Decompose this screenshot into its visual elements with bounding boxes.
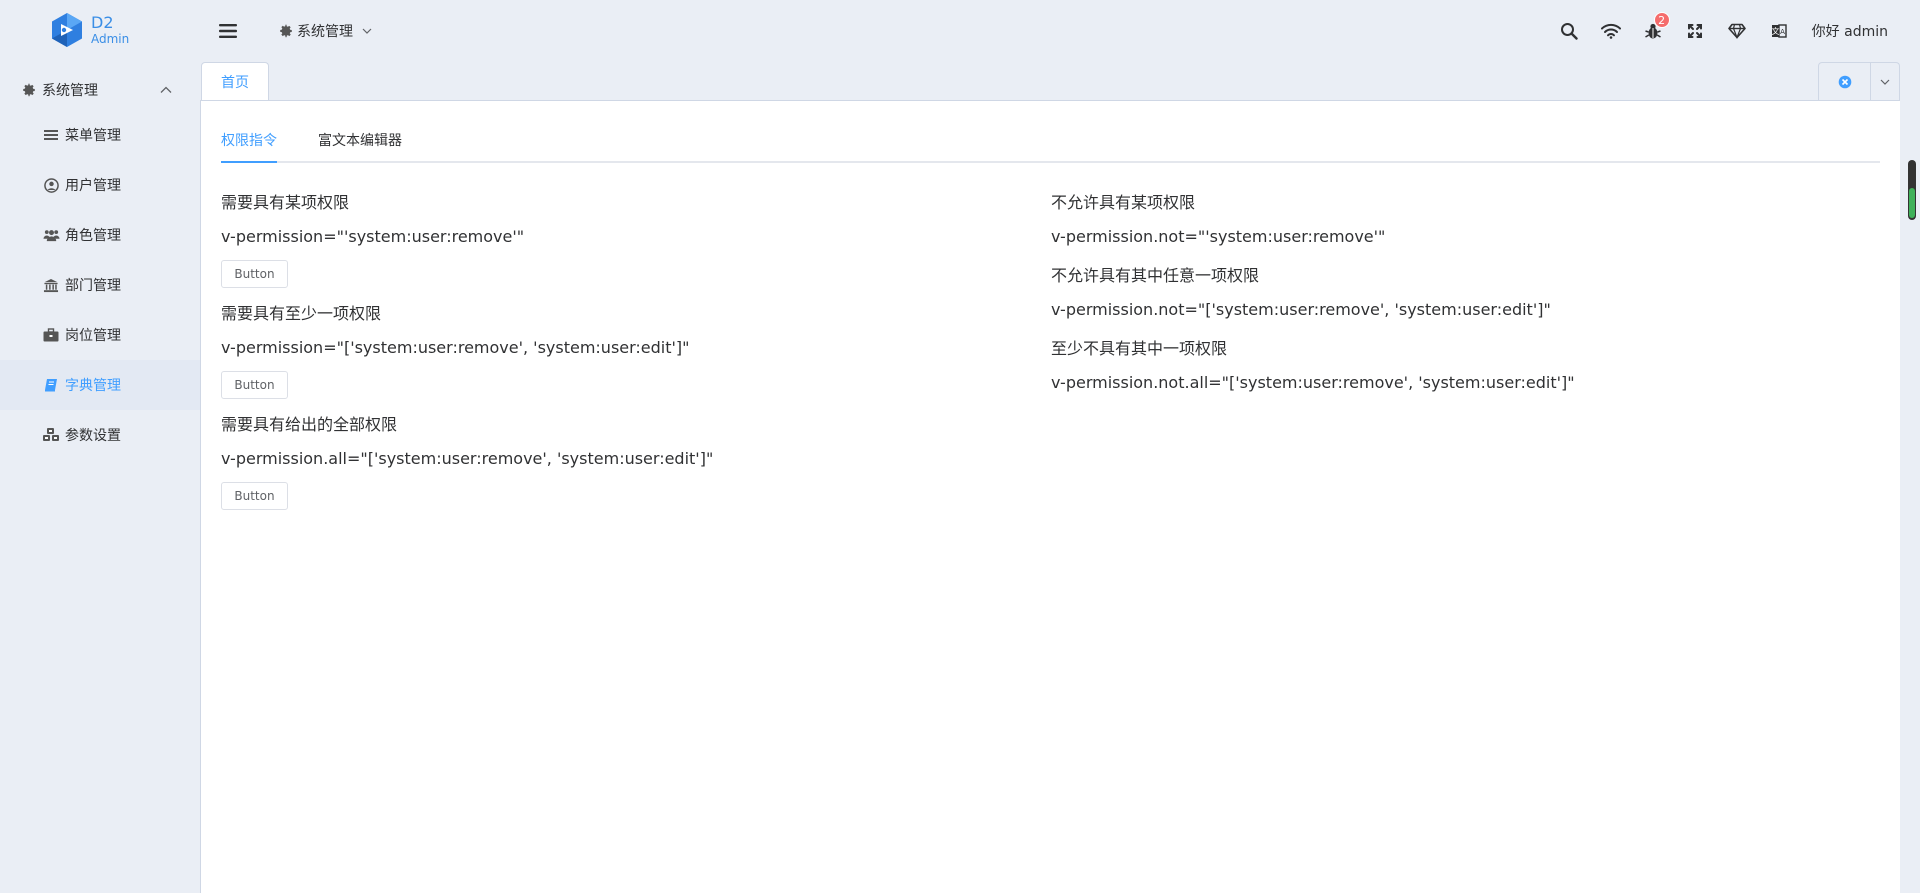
language-button[interactable]: 文 A [1758, 14, 1800, 48]
example-code: v-permission.not="'system:user:remove'" [1051, 227, 1386, 246]
permission-example: 需要具有某项权限 v-permission="'system:user:remo… [221, 193, 713, 304]
sidebar-item-menu[interactable]: 菜单管理 [0, 110, 200, 160]
institution-icon [42, 278, 60, 293]
sidebar-item-label: 岗位管理 [65, 328, 121, 344]
permission-example: 至少不具有其中一项权限 v-permission.not.all="['syst… [1051, 339, 1575, 392]
tab-permission-directive[interactable]: 权限指令 [221, 123, 277, 163]
wifi-icon [1600, 23, 1621, 39]
gear-icon [280, 24, 292, 38]
sidebar-item-post[interactable]: 岗位管理 [0, 310, 200, 360]
menu-toggle-button[interactable] [218, 21, 238, 41]
svg-text:文: 文 [1771, 26, 1779, 36]
example-code: v-permission.all="['system:user:remove',… [221, 449, 714, 468]
cubes-icon [42, 427, 60, 443]
tab-home[interactable]: 首页 [201, 62, 269, 101]
notification-badge: 2 [1653, 12, 1670, 28]
example-title: 需要具有某项权限 [221, 193, 350, 212]
user-circle-icon [42, 177, 60, 193]
example-code: v-permission="['system:user:remove', 'sy… [221, 338, 690, 357]
search-icon [1560, 23, 1578, 40]
example-title: 需要具有给出的全部权限 [221, 415, 398, 434]
close-circle-icon [1838, 75, 1851, 89]
example-title: 不允许具有其中任意一项权限 [1051, 266, 1260, 285]
close-all-tabs-button[interactable] [1819, 63, 1871, 101]
header-menu-label: 系统管理 [297, 24, 353, 40]
tab-rich-text-editor[interactable]: 富文本编辑器 [318, 123, 402, 161]
logo[interactable]: D2 Admin [48, 11, 129, 49]
fullscreen-button[interactable] [1674, 14, 1716, 48]
hamburger-icon [219, 24, 237, 38]
language-icon: 文 A [1771, 24, 1787, 38]
tab-controls [1818, 62, 1900, 101]
example-code: v-permission.not="['system:user:remove',… [1051, 300, 1551, 319]
chevron-down-icon [1880, 79, 1890, 85]
fullscreen-icon [1687, 24, 1702, 38]
sidebar-group-label: 系统管理 [42, 83, 98, 99]
sidebar-item-dept[interactable]: 部门管理 [0, 260, 200, 310]
tab-home-label: 首页 [221, 75, 249, 91]
book-icon [42, 378, 60, 392]
sidebar-item-label: 字典管理 [65, 378, 121, 394]
svg-text:A: A [1780, 28, 1785, 36]
list-icon [42, 129, 60, 141]
example-code: v-permission.not.all="['system:user:remo… [1051, 373, 1575, 392]
sidebar-item-user[interactable]: 用户管理 [0, 160, 200, 210]
user-greeting[interactable]: 你好 admin [1812, 21, 1888, 41]
theme-button[interactable] [1716, 14, 1758, 48]
logo-title: D2 [91, 13, 114, 32]
example-title: 需要具有至少一项权限 [221, 304, 382, 323]
permission-example: 需要具有至少一项权限 v-permission="['system:user:r… [221, 304, 713, 415]
main-content: 权限指令 富文本编辑器 需要具有某项权限 v-permission="'syst… [200, 100, 1900, 893]
header-actions: 2 文 A 你好 admin [1548, 12, 1920, 48]
diamond-icon [1727, 23, 1746, 39]
tab-dropdown-button[interactable] [1871, 63, 1899, 101]
sidebar-item-dict[interactable]: 字典管理 [0, 360, 200, 410]
sidebar-item-config[interactable]: 参数设置 [0, 410, 200, 460]
sidebar-item-label: 角色管理 [65, 228, 121, 244]
sidebar-item-label: 用户管理 [65, 178, 121, 194]
permission-example: 不允许具有其中任意一项权限 v-permission.not="['system… [1051, 266, 1575, 319]
d2-logo-icon [52, 13, 82, 47]
users-icon [42, 228, 60, 242]
example-button[interactable]: Button [221, 371, 288, 399]
permission-example: 不允许具有某项权限 v-permission.not="'system:user… [1051, 193, 1575, 246]
content-tabs: 权限指令 富文本编辑器 [221, 123, 1880, 163]
logo-subtitle: Admin [91, 32, 130, 46]
example-button[interactable]: Button [221, 482, 288, 510]
example-code: v-permission="'system:user:remove'" [221, 227, 525, 246]
sidebar-item-label: 参数设置 [65, 428, 121, 444]
sidebar: 系统管理 菜单管理 用户管理 角色管理 部门管理 岗位管理 字典管理 参数设置 [0, 70, 200, 460]
sidebar-item-role[interactable]: 角色管理 [0, 210, 200, 260]
page-scrollbar[interactable] [1908, 160, 1916, 220]
sidebar-item-label: 菜单管理 [65, 128, 121, 144]
left-column: 需要具有某项权限 v-permission="'system:user:remo… [221, 193, 713, 526]
header-menu-system[interactable]: 系统管理 [279, 18, 372, 44]
error-log-button[interactable]: 2 [1632, 12, 1674, 48]
permission-example: 需要具有给出的全部权限 v-permission.all="['system:u… [221, 415, 713, 526]
example-button[interactable]: Button [221, 260, 288, 288]
search-button[interactable] [1548, 14, 1590, 48]
briefcase-icon [42, 328, 60, 342]
chevron-up-icon [160, 86, 172, 93]
gear-icon [22, 83, 36, 97]
right-column: 不允许具有某项权限 v-permission.not="'system:user… [1051, 193, 1575, 412]
network-button[interactable] [1590, 14, 1632, 48]
sidebar-group-system[interactable]: 系统管理 [0, 70, 200, 110]
example-title: 不允许具有某项权限 [1051, 193, 1196, 212]
sidebar-item-label: 部门管理 [65, 278, 121, 294]
example-title: 至少不具有其中一项权限 [1051, 339, 1228, 358]
chevron-down-icon [362, 28, 372, 34]
